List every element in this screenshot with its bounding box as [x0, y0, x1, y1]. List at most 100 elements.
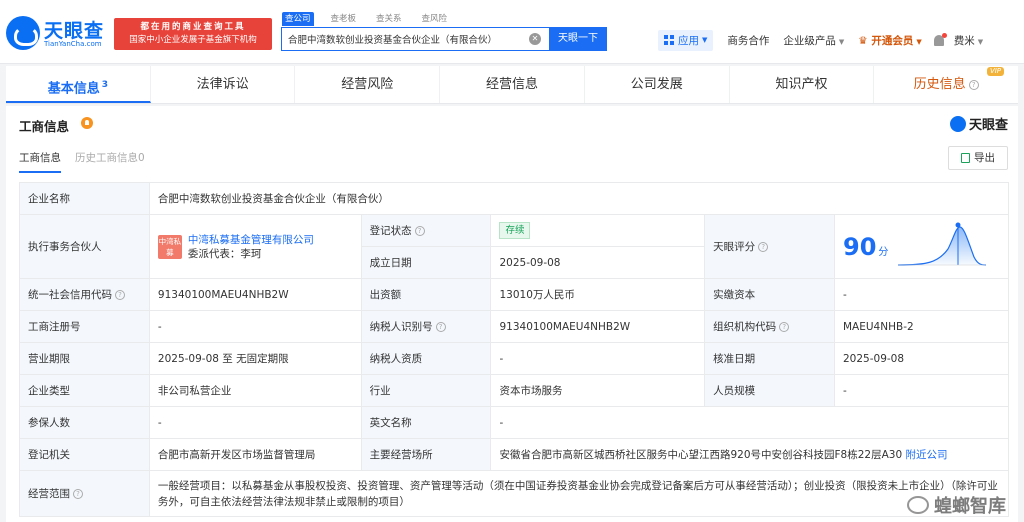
nav-enterprise-products[interactable]: 企业级产品 ▼ — [783, 33, 844, 48]
clear-icon[interactable]: ✕ — [529, 33, 541, 45]
table-row: 企业名称 合肥中湾数软创业投资基金合伙企业（有限合伙） — [19, 182, 1010, 215]
score-label-text: 天眼评分 — [713, 241, 756, 253]
org-code-label: 组织机构代码? — [704, 310, 835, 343]
credit-code-label: 统一社会信用代码? — [19, 278, 150, 311]
insured-value: - — [148, 406, 362, 439]
help-icon[interactable]: ? — [758, 242, 769, 252]
help-icon[interactable]: ? — [435, 322, 446, 332]
company-name-value: 合肥中湾数软创业投资基金合伙企业（有限合伙） — [148, 182, 1010, 215]
paid-capital-value: - — [834, 278, 1009, 311]
company-name-label: 企业名称 — [19, 182, 150, 215]
en-name-label: 英文名称 — [360, 406, 492, 439]
app-menu-label: 应用 — [678, 34, 699, 47]
org-code-label-text: 组织机构代码 — [713, 321, 777, 333]
tab-operation[interactable]: 经营信息 — [440, 66, 585, 103]
score-distribution-chart — [898, 222, 987, 266]
term-label: 营业期限 — [19, 342, 150, 375]
open-vip-label: 开通会员 — [871, 34, 914, 47]
type-label: 企业类型 — [19, 374, 150, 407]
capital-label: 出资额 — [360, 278, 492, 311]
credit-code-value: 91340100MAEU4NHB2W — [148, 278, 362, 311]
help-icon[interactable]: ? — [779, 322, 790, 332]
tab-basic-info-count: 3 — [101, 80, 108, 90]
established-label: 成立日期 — [360, 246, 492, 279]
taxpayer-id-label-text: 纳税人识别号 — [369, 321, 433, 333]
logo-subtext: TianYanCha.com — [44, 40, 102, 48]
weibo-icon — [907, 496, 929, 514]
search-tab-boss[interactable]: 查老板 — [328, 12, 360, 26]
established-value: 2025-09-08 — [490, 246, 706, 279]
status-badge: 存续 — [499, 222, 531, 239]
table-row: 工商注册号 - 纳税人识别号? 91340100MAEU4NHB2W 组织机构代… — [19, 310, 1009, 343]
tab-risk[interactable]: 经营风险 — [295, 66, 441, 103]
credit-code-label-text: 统一社会信用代码 — [28, 289, 112, 301]
type-value: 非公司私营企业 — [148, 374, 362, 407]
logo-text: 天眼查 — [44, 20, 105, 42]
search-tab-company[interactable]: 查公司 — [282, 12, 314, 26]
export-label: 导出 — [974, 152, 995, 164]
tab-development[interactable]: 公司发展 — [585, 66, 730, 103]
open-vip-link[interactable]: ♛ 开通会员 ▼ — [858, 33, 921, 48]
table-row: 经营范围? 一般经营项目：以私募基金从事股权投资、投资管理、资产管理等活动（须在… — [19, 470, 1010, 517]
chevron-down-icon: ▼ — [838, 37, 845, 46]
partner-label: 执行事务合伙人 — [19, 214, 150, 279]
reg-no-value: - — [148, 310, 362, 343]
help-icon[interactable]: ? — [414, 226, 425, 236]
reg-status-label-text: 登记状态 — [369, 225, 412, 237]
reg-status-label: 登记状态? — [360, 214, 492, 247]
watermark: 蝗螂智库 — [907, 492, 1006, 518]
user-menu[interactable]: 费米 ▼ — [954, 33, 983, 48]
help-icon[interactable]: ? — [115, 290, 125, 300]
search-tab-risk[interactable]: 查风险 — [419, 12, 451, 26]
nearby-companies-link[interactable]: 附近公司 — [905, 449, 947, 461]
scope-label: 经营范围? — [19, 470, 150, 517]
subtab-history-business-info[interactable]: 历史工商信息0 — [75, 150, 145, 173]
help-icon[interactable]: ? — [73, 489, 83, 499]
table-row: 参保人数 - 英文名称 - — [19, 406, 1009, 439]
excel-icon — [961, 153, 970, 163]
main-tabs: 基本信息 3 法律诉讼 经营风险 经营信息 公司发展 知识产权 历史信息? VIP — [6, 66, 1018, 104]
taxpayer-qual-label: 纳税人资质 — [360, 342, 492, 375]
score-unit: 分 — [878, 247, 889, 258]
partner-cell: 中湾私募 中湾私募基金管理有限公司 委派代表：李珂 — [148, 214, 362, 279]
industry-label: 行业 — [360, 374, 492, 407]
watermark-text: 蝗螂智库 — [934, 496, 1006, 517]
bell-icon[interactable] — [933, 32, 947, 46]
promo-banner[interactable]: 都在用的商业查询工具 国家中小企业发展子基金旗下机构 — [114, 18, 272, 50]
partner-name-link[interactable]: 中湾私募基金管理有限公司 — [188, 233, 314, 247]
subtab-business-info[interactable]: 工商信息 — [19, 150, 61, 173]
tab-basic-info[interactable]: 基本信息 3 — [6, 66, 151, 103]
address-value: 安徽省合肥市高新区城西桥社区服务中心望江西路920号中安创谷科技园F8栋22层A… — [499, 449, 903, 461]
search-type-tabs: 查公司 查老板 查关系 查风险 — [282, 12, 464, 26]
nav-enterprise-products-label: 企业级产品 — [783, 34, 836, 47]
export-button[interactable]: 导出 — [948, 146, 1008, 170]
logo-eye-icon — [6, 16, 40, 50]
org-code-value: MAEU4NHB-2 — [834, 310, 1009, 343]
table-row: 统一社会信用代码? 91340100MAEU4NHB2W 出资额 13010万人… — [19, 278, 1009, 311]
score-value: 90 — [843, 232, 877, 261]
search-input[interactable] — [288, 31, 518, 47]
tab-history-label: 历史信息 — [913, 77, 966, 92]
score-cell[interactable]: 90 分 — [834, 214, 1009, 279]
staff-value: - — [834, 374, 1009, 407]
tab-ip[interactable]: 知识产权 — [730, 66, 875, 103]
search-button[interactable]: 天眼一下 — [549, 27, 607, 51]
logo[interactable]: 天眼查 TianYanCha.com — [6, 12, 110, 52]
search-tab-relation[interactable]: 查关系 — [373, 12, 405, 26]
scope-label-text: 经营范围 — [28, 488, 70, 500]
crown-icon: ♛ — [858, 34, 872, 47]
tab-history[interactable]: 历史信息? VIP — [874, 66, 1018, 103]
user-name: 费米 — [953, 34, 975, 47]
table-row: 企业类型 非公司私营企业 行业 资本市场服务 人员规模 - — [19, 374, 1009, 407]
card-title: 工商信息 — [19, 119, 70, 134]
chevron-down-icon: ▼ — [702, 36, 708, 44]
authority-label: 登记机关 — [19, 438, 150, 471]
banner-line-1: 都在用的商业查询工具 — [140, 22, 246, 32]
app-menu-button[interactable]: 应用 ▼ — [658, 29, 714, 51]
notice-icon[interactable] — [81, 117, 93, 129]
search-box: ✕ — [281, 27, 549, 51]
scope-value: 一般经营项目：以私募基金从事股权投资、投资管理、资产管理等活动（须在中国证券投资… — [148, 470, 1010, 517]
tab-legal[interactable]: 法律诉讼 — [151, 66, 296, 103]
nav-business-cooperation[interactable]: 商务合作 — [727, 33, 769, 48]
partner-logo[interactable]: 中湾私募 — [157, 234, 182, 259]
